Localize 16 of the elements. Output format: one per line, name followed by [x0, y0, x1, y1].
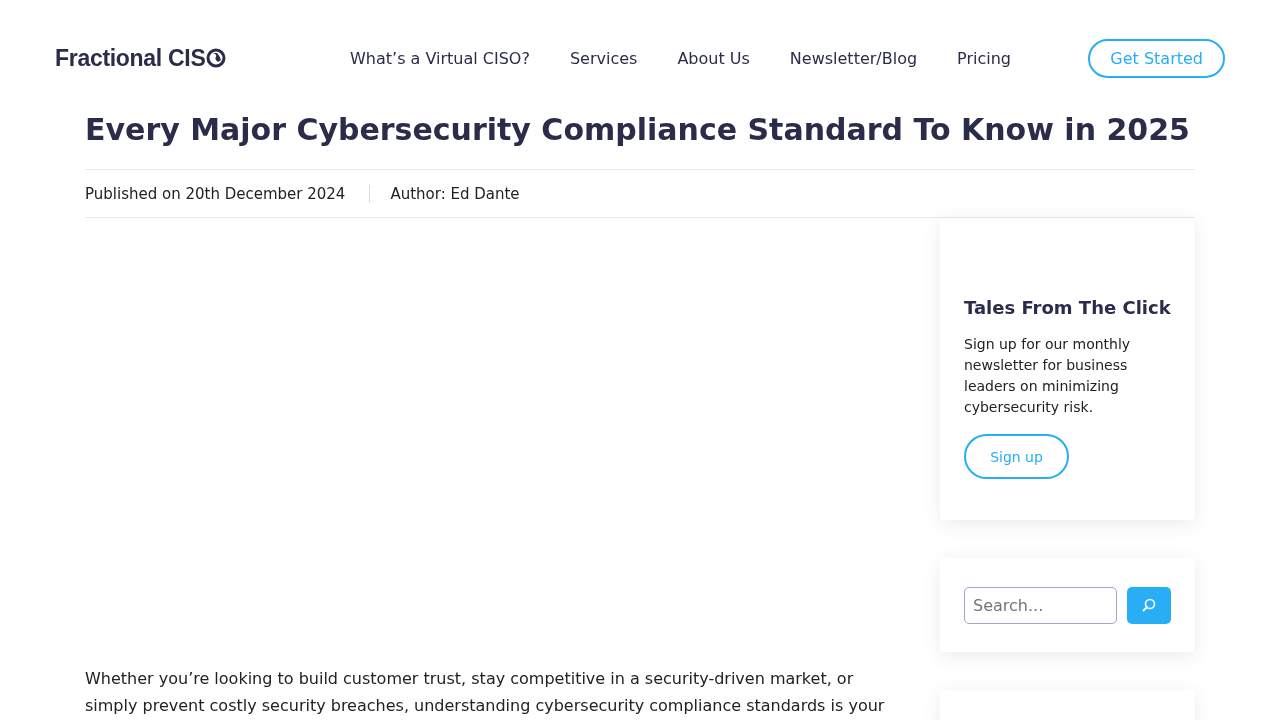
- search-field[interactable]: Search...: [964, 586, 1117, 624]
- nav-link[interactable]: About Us: [677, 48, 750, 68]
- search-button[interactable]: [1127, 586, 1171, 624]
- newsletter-text: Sign up for our monthly newsletter for business leaders on minimizing cybersecurity risk.: [964, 335, 1132, 417]
- nav-link[interactable]: Services: [569, 48, 638, 68]
- nav-link[interactable]: What’s a Virtual CISO?: [350, 48, 530, 68]
- newsletter-title: Tales From The Click: [964, 297, 1171, 318]
- nav-link[interactable]: Newsletter/Blog: [789, 48, 918, 68]
- author: Author: Ed Dante: [390, 184, 520, 203]
- logo[interactable]: Fractional CIS: [55, 44, 350, 72]
- globe-icon: [206, 48, 227, 68]
- article-title: Every Major Cybersecurity Compliance Standard To Know in 2025: [85, 115, 1195, 170]
- article-paragraph: Whether you’re looking to build customer trust, stay competitive in a security-driven market, or simply prevent costly security breaches, understanding cybersecurity compliance standards is your: [85, 668, 885, 717]
- search-icon: [1141, 597, 1157, 613]
- nav-link[interactable]: Pricing: [957, 48, 1012, 68]
- publish-date: Published on 20th December 2024: [85, 184, 346, 203]
